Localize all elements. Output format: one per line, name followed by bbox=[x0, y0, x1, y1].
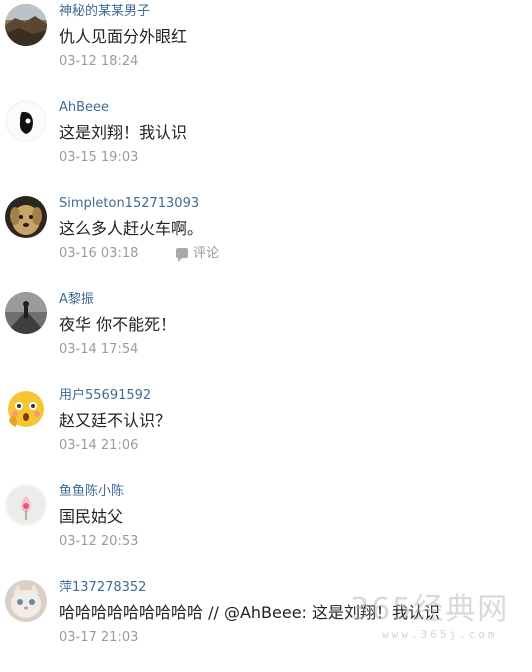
username-link[interactable]: 用户55691592 bbox=[59, 388, 151, 404]
reply-label: 评论 bbox=[193, 246, 220, 261]
username-link[interactable]: Simpleton152713093 bbox=[59, 196, 199, 212]
comment-item: A黎振 夜华 你不能死！ 03-14 17:54 bbox=[0, 288, 532, 384]
comment-text: 赵又廷不认识？ bbox=[59, 411, 172, 430]
avatar[interactable] bbox=[5, 388, 47, 430]
avatar[interactable] bbox=[5, 484, 47, 526]
reply-button[interactable]: 评论 bbox=[176, 246, 219, 262]
comment-time: 03-16 03:18 bbox=[59, 246, 139, 261]
comment-item: 用户55691592 赵又廷不认识？ 03-14 21:06 bbox=[0, 384, 532, 480]
avatar[interactable] bbox=[5, 100, 47, 142]
comment-icon bbox=[176, 248, 188, 262]
avatar[interactable] bbox=[5, 4, 47, 46]
username-link[interactable]: AhBeee bbox=[59, 100, 109, 116]
comment-item: 神秘的某某男子 仇人见面分外眼红 03-12 18:24 bbox=[0, 0, 532, 96]
comment-time: 03-15 19:03 bbox=[59, 150, 139, 165]
username-link[interactable]: 神秘的某某男子 bbox=[59, 4, 150, 20]
comment-time: 03-17 21:03 bbox=[59, 630, 139, 645]
username-link[interactable]: 鱼鱼陈小陈 bbox=[59, 484, 124, 500]
comment-text: 夜华 你不能死！ bbox=[59, 315, 177, 334]
avatar[interactable] bbox=[5, 196, 47, 238]
comment-item: 鱼鱼陈小陈 国民姑父 03-12 20:53 bbox=[0, 480, 532, 576]
avatar[interactable] bbox=[5, 580, 47, 622]
comment-text: 哈哈哈哈哈哈哈哈哈 // @AhBeee: 这是刘翔！我认识 bbox=[59, 603, 441, 622]
username-link[interactable]: A黎振 bbox=[59, 292, 94, 308]
comment-time: 03-12 20:53 bbox=[59, 534, 139, 549]
comment-time: 03-14 21:06 bbox=[59, 438, 139, 453]
comment-text: 这么多人赶火车啊。 bbox=[59, 219, 204, 238]
comment-item: AhBeee 这是刘翔！我认识 03-15 19:03 bbox=[0, 96, 532, 192]
comment-text: 国民姑父 bbox=[59, 507, 124, 526]
comment-text: 这是刘翔！我认识 bbox=[59, 123, 188, 142]
comment-time: 03-12 18:24 bbox=[59, 54, 139, 69]
avatar[interactable] bbox=[5, 292, 47, 334]
comment-text: 仇人见面分外眼红 bbox=[59, 27, 188, 46]
comment-item: 萍137278352 哈哈哈哈哈哈哈哈哈 // @AhBeee: 这是刘翔！我认… bbox=[0, 576, 532, 672]
username-link[interactable]: 萍137278352 bbox=[59, 580, 146, 596]
comment-time: 03-14 17:54 bbox=[59, 342, 139, 357]
comment-item: Simpleton152713093 这么多人赶火车啊。 03-16 03:18… bbox=[0, 192, 532, 288]
